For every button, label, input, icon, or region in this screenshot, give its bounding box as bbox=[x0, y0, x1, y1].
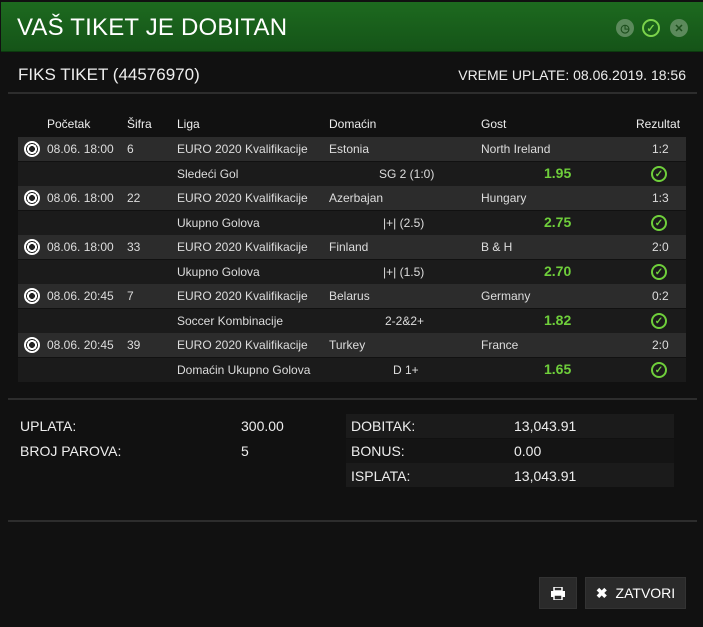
dialog-body: FIKS TIKET (44576970) VREME UPLATE: 08.0… bbox=[1, 53, 703, 627]
close-button-label: ZATVORI bbox=[615, 585, 676, 601]
match-home: Turkey bbox=[329, 338, 366, 352]
match-start: 08.06. 18:00 bbox=[47, 191, 114, 205]
match-away: North Ireland bbox=[481, 142, 551, 156]
bet-type: Sledeći Gol bbox=[177, 167, 239, 181]
match-code: 6 bbox=[127, 142, 134, 156]
match-league: EURO 2020 Kvalifikacije bbox=[177, 338, 308, 352]
match-league: EURO 2020 Kvalifikacije bbox=[177, 142, 308, 156]
match-league: EURO 2020 Kvalifikacije bbox=[177, 289, 308, 303]
bet-pick: |+| (1.5) bbox=[383, 265, 425, 279]
match-league: EURO 2020 Kvalifikacije bbox=[177, 191, 308, 205]
stake-label: UPLATA: bbox=[20, 418, 77, 434]
match-start: 08.06. 20:45 bbox=[47, 289, 114, 303]
col-code: Šifra bbox=[127, 117, 152, 131]
won-check-icon: ✓ bbox=[651, 264, 667, 280]
divider bbox=[8, 398, 697, 400]
bet-row: Domaćin Ukupno Golova D 1+ 1.65 ✓ bbox=[18, 358, 686, 382]
match-away: Germany bbox=[481, 289, 531, 303]
bet-type: Ukupno Golova bbox=[177, 216, 260, 230]
bet-pick: |+| (2.5) bbox=[383, 216, 425, 230]
match-away: B & H bbox=[481, 240, 513, 254]
bet-type: Ukupno Golova bbox=[177, 265, 260, 279]
match-score: 0:2 bbox=[652, 289, 669, 303]
match-score: 1:3 bbox=[652, 191, 669, 205]
print-button[interactable] bbox=[539, 577, 577, 609]
match-home: Belarus bbox=[329, 289, 370, 303]
soccer-ball-icon bbox=[24, 337, 40, 353]
bonus-value: 0.00 bbox=[514, 443, 542, 459]
divider bbox=[8, 92, 697, 94]
pairs-value: 5 bbox=[241, 443, 249, 459]
match-away: France bbox=[481, 338, 519, 352]
match-home: Azerbajan bbox=[329, 191, 384, 205]
match-home: Estonia bbox=[329, 142, 370, 156]
check-circle-icon[interactable]: ✓ bbox=[642, 19, 660, 37]
bet-odds: 2.75 bbox=[544, 214, 572, 230]
match-row: 08.06. 18:00 6 EURO 2020 Kvalifikacije E… bbox=[18, 137, 686, 161]
close-icon[interactable]: ✕ bbox=[670, 19, 688, 37]
col-start: Početak bbox=[47, 117, 91, 131]
bet-odds: 1.95 bbox=[544, 165, 572, 181]
dialog-title: VAŠ TIKET JE DOBITAN bbox=[17, 14, 288, 41]
match-row: 08.06. 18:00 22 EURO 2020 Kvalifikacije … bbox=[18, 186, 686, 210]
match-code: 39 bbox=[127, 338, 141, 352]
won-check-icon: ✓ bbox=[651, 313, 667, 329]
bet-type: Domaćin Ukupno Golova bbox=[177, 363, 311, 377]
x-icon: ✖ bbox=[595, 584, 608, 601]
match-away: Hungary bbox=[481, 191, 527, 205]
soccer-ball-icon bbox=[24, 239, 40, 255]
pay-time: VREME UPLATE: 08.06.2019. 18:56 bbox=[458, 67, 686, 83]
match-row: 08.06. 18:00 33 EURO 2020 Kvalifikacije … bbox=[18, 235, 686, 259]
bet-odds: 1.65 bbox=[544, 361, 572, 377]
bet-row: Soccer Kombinacije 2-2&2+ 1.82 ✓ bbox=[18, 309, 686, 333]
match-score: 2:0 bbox=[652, 240, 669, 254]
match-code: 33 bbox=[127, 240, 141, 254]
col-result: Rezultat bbox=[636, 117, 681, 131]
match-home: Finland bbox=[329, 240, 369, 254]
match-row: 08.06. 20:45 7 EURO 2020 Kvalifikacije B… bbox=[18, 284, 686, 308]
close-button[interactable]: ✖ ZATVORI bbox=[585, 577, 686, 609]
col-away: Gost bbox=[481, 117, 507, 131]
bet-odds: 1.82 bbox=[544, 312, 572, 328]
match-start: 08.06. 20:45 bbox=[47, 338, 114, 352]
bet-pick: SG 2 (1:0) bbox=[379, 167, 435, 181]
match-row: 08.06. 20:45 39 EURO 2020 Kvalifikacije … bbox=[18, 333, 686, 357]
bet-pick: 2-2&2+ bbox=[385, 314, 425, 328]
won-check-icon: ✓ bbox=[651, 362, 667, 378]
won-check-icon: ✓ bbox=[651, 215, 667, 231]
match-code: 7 bbox=[127, 289, 134, 303]
bet-row: Ukupno Golova |+| (2.5) 2.75 ✓ bbox=[18, 211, 686, 235]
dialog-header: VAŠ TIKET JE DOBITAN ◷ ✓ ✕ bbox=[1, 2, 703, 52]
payout-value: 13,043.91 bbox=[514, 468, 577, 484]
bet-odds: 2.70 bbox=[544, 263, 572, 279]
divider bbox=[8, 520, 697, 522]
match-score: 2:0 bbox=[652, 338, 669, 352]
match-start: 08.06. 18:00 bbox=[47, 240, 114, 254]
match-start: 08.06. 18:00 bbox=[47, 142, 114, 156]
bonus-label: BONUS: bbox=[351, 443, 405, 459]
bet-row: Ukupno Golova |+| (1.5) 2.70 ✓ bbox=[18, 260, 686, 284]
printer-icon bbox=[551, 586, 565, 600]
ticket-title: FIKS TIKET (44576970) bbox=[18, 65, 200, 84]
payout-label: ISPLATA: bbox=[351, 468, 411, 484]
win-value: 13,043.91 bbox=[514, 418, 577, 434]
col-home: Domaćin bbox=[329, 117, 377, 131]
won-check-icon: ✓ bbox=[651, 166, 667, 182]
bet-pick: D 1+ bbox=[393, 363, 419, 377]
win-label: DOBITAK: bbox=[351, 418, 416, 434]
col-league: Liga bbox=[177, 117, 200, 131]
match-league: EURO 2020 Kvalifikacije bbox=[177, 240, 308, 254]
soccer-ball-icon bbox=[24, 141, 40, 157]
match-score: 1:2 bbox=[652, 142, 669, 156]
soccer-ball-icon bbox=[24, 190, 40, 206]
pairs-label: BROJ PAROVA: bbox=[20, 443, 122, 459]
soccer-ball-icon bbox=[24, 288, 40, 304]
clock-icon[interactable]: ◷ bbox=[616, 19, 634, 37]
stake-value: 300.00 bbox=[241, 418, 284, 434]
bet-type: Soccer Kombinacije bbox=[177, 314, 284, 328]
match-code: 22 bbox=[127, 191, 141, 205]
bet-row: Sledeći Gol SG 2 (1:0) 1.95 ✓ bbox=[18, 162, 686, 186]
